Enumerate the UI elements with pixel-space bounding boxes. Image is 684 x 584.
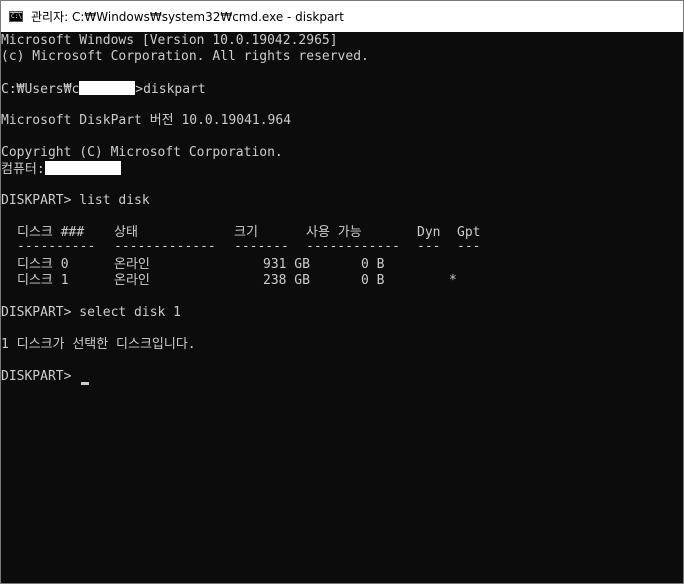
computer-label: 컴퓨터: (1, 162, 45, 177)
prompt-line: C:₩Users₩c >diskpart (1, 81, 206, 97)
text-cursor (81, 382, 89, 385)
row-size: 931 GB (263, 257, 310, 272)
redacted-computer-name (44, 161, 121, 175)
redacted-username (79, 81, 136, 95)
window-title: 관리자: C:₩Windows₩system32₩cmd.exe - diskp… (31, 10, 344, 24)
row-disk: 디스크 1 (17, 273, 69, 288)
separator-dyn: --- (417, 239, 441, 254)
command-select-disk: DISKPART> select disk 1 (1, 305, 182, 320)
row-status: 온라인 (114, 273, 150, 288)
separator-free: ------------ (306, 239, 400, 254)
command-list-disk: DISKPART> list disk (1, 193, 150, 208)
prompt-prefix: C:₩Users₩c (1, 82, 80, 97)
row-disk: 디스크 0 (17, 257, 69, 272)
row-size: 238 GB (263, 273, 310, 288)
computer-line: 컴퓨터: (1, 161, 121, 177)
cmd-icon[interactable]: C:\ (9, 11, 23, 22)
separator-status: ------------- (114, 239, 216, 254)
cmd-window: C:\ 관리자: C:₩Windows₩system32₩cmd.exe - d… (0, 0, 684, 584)
icon-prompt-glyph: C:\ (11, 13, 22, 20)
diskpart-copyright-line: Copyright (C) Microsoft Corporation. (1, 145, 283, 160)
separator-size: ------- (234, 239, 289, 254)
separator-disk: ---------- (17, 239, 96, 254)
prompt-command: >diskpart (135, 82, 206, 97)
row-free: 0 B (361, 273, 385, 288)
selected-disk-message: 1 디스크가 선택한 디스크입니다. (1, 337, 196, 352)
separator-gpt: --- (457, 239, 481, 254)
copyright-line: (c) Microsoft Corporation. All rights re… (1, 49, 369, 64)
current-prompt: DISKPART> (1, 369, 80, 384)
row-gpt: * (449, 273, 457, 288)
console-output[interactable]: Microsoft Windows [Version 10.0.19042.29… (1, 33, 683, 583)
title-bar[interactable]: C:\ 관리자: C:₩Windows₩system32₩cmd.exe - d… (1, 1, 683, 32)
diskpart-version-line: Microsoft DiskPart 버전 10.0.19041.964 (1, 113, 292, 128)
row-free: 0 B (361, 257, 385, 272)
row-status: 온라인 (114, 257, 150, 272)
version-line: Microsoft Windows [Version 10.0.19042.29… (1, 33, 338, 48)
